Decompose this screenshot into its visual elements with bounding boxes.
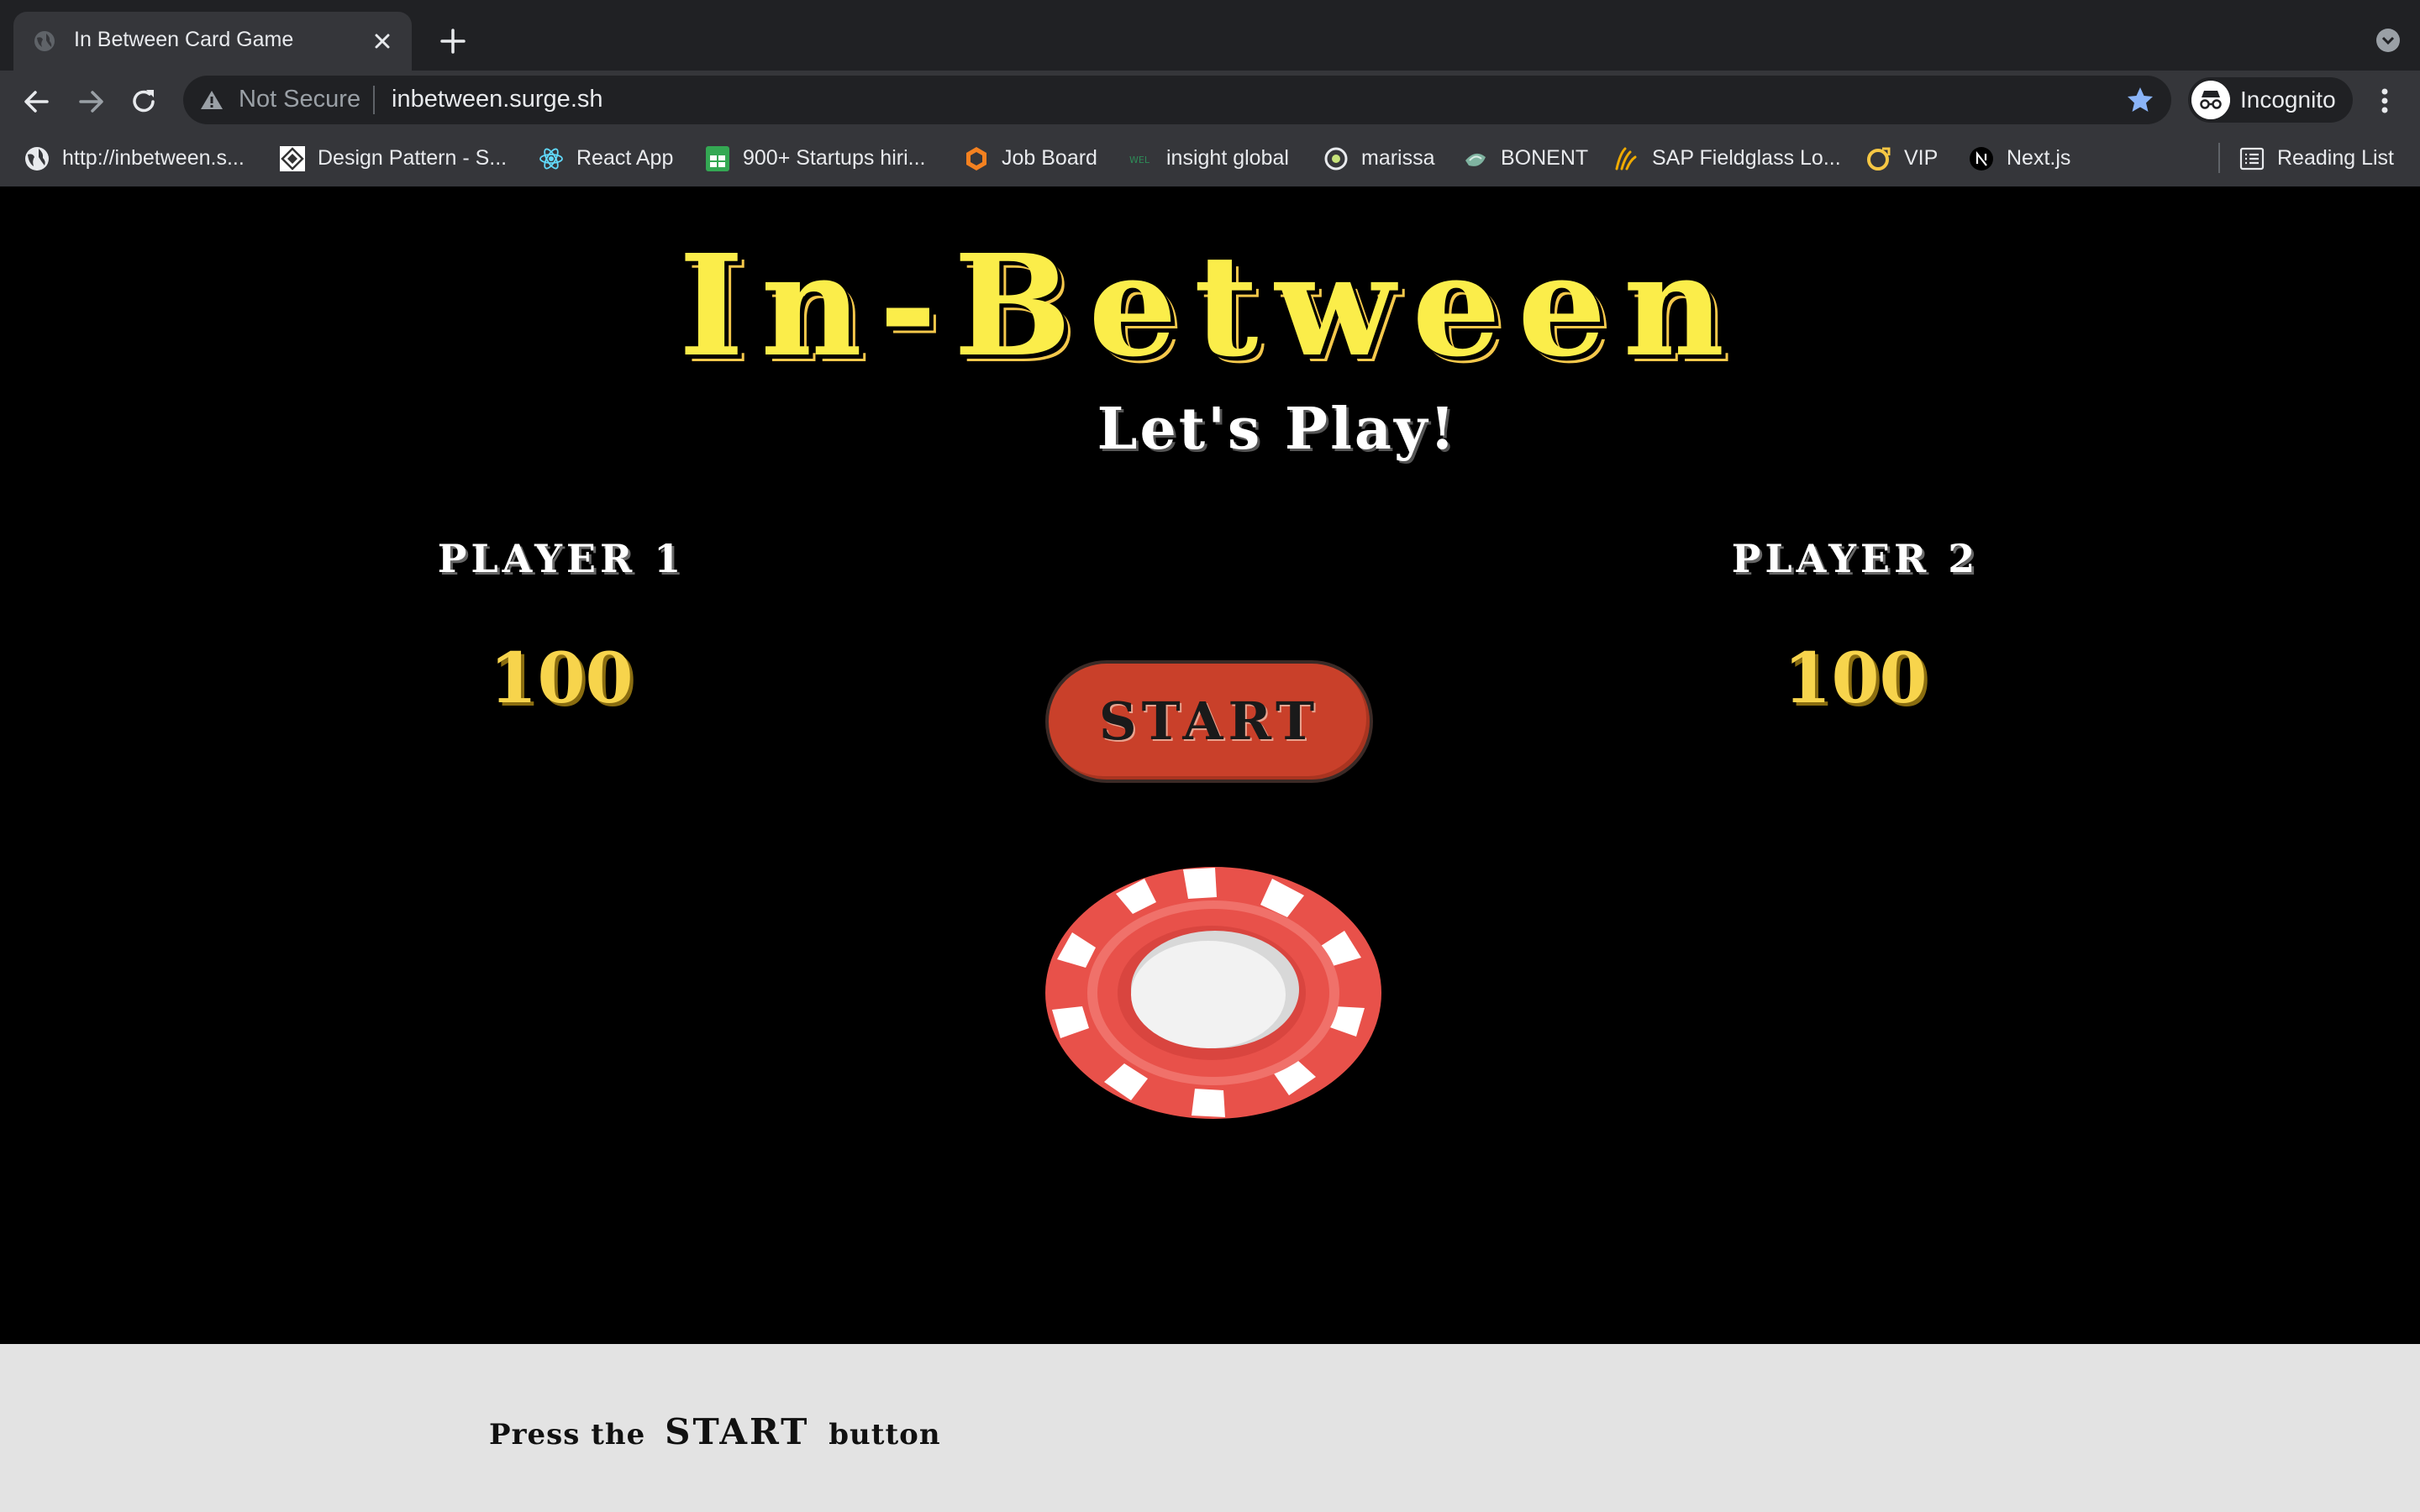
bookmark-label: Job Board	[1002, 146, 1097, 170]
footer-prefix: Press the	[489, 1418, 646, 1452]
incognito-profile-button[interactable]: Incognito	[2188, 77, 2353, 123]
bonent-icon	[1465, 153, 1486, 166]
tab-title: In Between Card Game	[74, 28, 294, 51]
globe-icon	[34, 31, 55, 51]
bookmark-label: SAP Fieldglass Lo...	[1652, 146, 1841, 170]
omnibox-divider	[373, 86, 375, 114]
player-2-label: PLAYER 2	[1731, 536, 1980, 581]
sheets-icon	[706, 146, 729, 171]
nextjs-icon	[1970, 147, 1993, 171]
start-button[interactable]: START	[1045, 660, 1373, 783]
footer-emphasis: START	[665, 1411, 810, 1452]
sap-fieldglass-icon	[1615, 147, 1637, 171]
incognito-label: Incognito	[2240, 87, 2336, 113]
bookmark-label: marissa	[1361, 146, 1435, 170]
svg-text:WEL: WEL	[1129, 155, 1150, 165]
poker-chip-icon	[1045, 867, 1381, 1119]
bookmarks-bar: http://inbetween.s... Design Pattern - S…	[0, 131, 2420, 186]
reading-list-label: Reading List	[2277, 146, 2394, 170]
bookmark-label: Design Pattern - S...	[318, 146, 508, 170]
reload-icon[interactable]	[128, 86, 160, 118]
security-status[interactable]: Not Secure	[239, 86, 360, 113]
browser-tab[interactable]: In Between Card Game	[13, 12, 412, 71]
vip-icon	[1867, 147, 1891, 171]
react-icon	[539, 148, 563, 170]
start-button-label: START	[1098, 690, 1320, 752]
design-pattern-icon	[280, 146, 305, 171]
bookmark-label: React App	[576, 146, 674, 170]
footer-message: Press the START button	[489, 1411, 941, 1452]
bookmark-label: insight global	[1166, 146, 1289, 170]
marissa-icon	[1324, 147, 1348, 171]
bookmarks-divider	[2218, 143, 2220, 173]
incognito-icon	[2191, 81, 2230, 119]
insight-global-icon: WEL	[1129, 155, 1150, 165]
address-bar[interactable]: Not Secure inbetween.surge.sh	[183, 76, 2171, 124]
reading-list-icon	[2239, 147, 2265, 171]
bookmark-label: 900+ Startups hiri...	[743, 146, 926, 170]
status-footer: Press the START button	[0, 1344, 2420, 1512]
close-tab-icon[interactable]	[368, 27, 397, 55]
bookmark-label: BONENT	[1501, 146, 1589, 170]
bookmark-label: VIP	[1904, 146, 1939, 170]
game-subtitle: Let's Play!	[1097, 396, 1458, 463]
new-tab-icon[interactable]	[437, 25, 469, 57]
forward-arrow-icon[interactable]	[76, 86, 108, 118]
warning-icon[interactable]	[200, 89, 224, 111]
browser-toolbar: Not Secure inbetween.surge.sh Incognito	[0, 71, 2420, 131]
more-menu-icon[interactable]	[2368, 84, 2402, 118]
player-1-score: 100	[489, 638, 634, 719]
bookmark-label: http://inbetween.s...	[62, 146, 245, 170]
job-board-icon	[966, 147, 986, 171]
footer-suffix: button	[829, 1418, 941, 1452]
game-page: In-Between Let's Play! PLAYER 1 100 PLAY…	[0, 186, 2420, 1344]
game-title: In-Between	[678, 224, 1742, 388]
tab-search-icon[interactable]	[2375, 27, 2402, 54]
globe-icon	[25, 147, 49, 171]
url-text[interactable]: inbetween.surge.sh	[392, 86, 603, 113]
back-arrow-icon[interactable]	[20, 86, 52, 118]
player-1-label: PLAYER 1	[437, 536, 686, 581]
tab-strip: In Between Card Game	[0, 0, 2420, 71]
player-2-score: 100	[1783, 638, 1928, 719]
bookmark-star-icon[interactable]	[2126, 86, 2154, 114]
bookmark-label: Next.js	[2007, 146, 2071, 170]
